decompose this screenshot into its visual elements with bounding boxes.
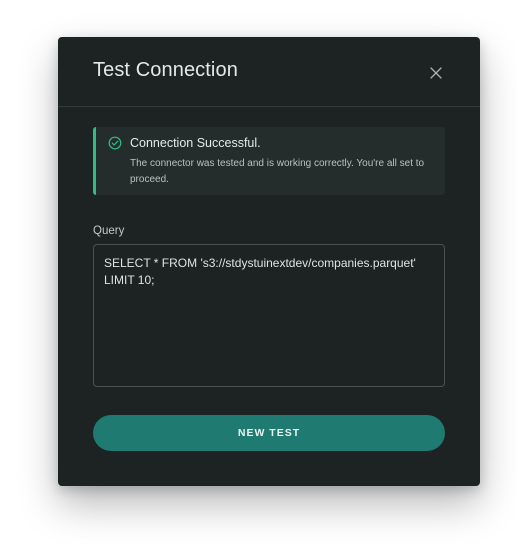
- dialog-title: Test Connection: [93, 59, 238, 81]
- query-textarea[interactable]: SELECT * FROM 's3://stdystuinextdev/comp…: [93, 244, 445, 387]
- alert-title: Connection Successful.: [130, 136, 261, 150]
- alert-message: The connector was tested and is working …: [130, 158, 425, 185]
- check-circle-icon: [108, 136, 122, 150]
- close-button[interactable]: [425, 62, 447, 84]
- alert-accent-bar: [93, 127, 96, 195]
- query-label: Query: [93, 225, 125, 237]
- new-test-button[interactable]: NEW TEST: [93, 415, 445, 451]
- close-icon: [430, 67, 442, 79]
- dialog-header: Test Connection: [58, 37, 480, 107]
- test-connection-dialog: Test Connection Connection Successful. T…: [58, 37, 480, 486]
- success-alert: Connection Successful. The connector was…: [93, 127, 445, 195]
